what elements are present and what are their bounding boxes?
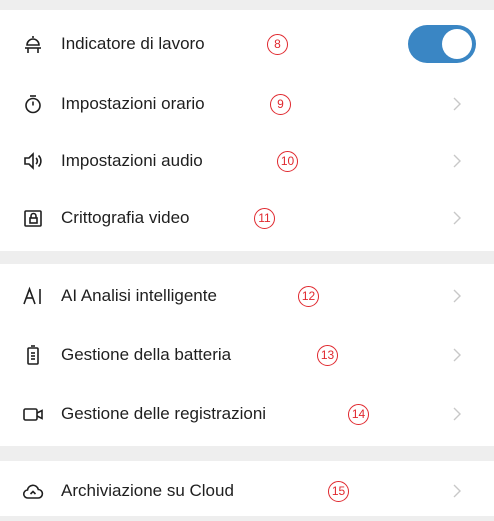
section-gap-top [0,0,494,10]
lock-icon [22,207,44,229]
menu-item-recordings[interactable]: Gestione delle registrazioni 14 [0,386,494,442]
chevron-right-icon [451,153,463,169]
chevron-right-icon [451,406,463,422]
menu-item-battery[interactable]: Gestione della batteria 13 [0,327,494,383]
annotation-badge: 9 [270,93,291,115]
menu-item-time-settings[interactable]: Impostazioni orario 9 [0,76,494,132]
menu-item-label: Indicatore di lavoro [61,34,205,53]
menu-item-label: Impostazioni audio [61,151,203,170]
work-indicator-toggle[interactable] [408,25,476,63]
menu-item-cloud-storage[interactable]: Archiviazione su Cloud 15 [0,463,494,519]
section-gap-bottom [0,516,494,521]
menu-item-label: Gestione delle registrazioni [61,404,267,423]
toggle-knob [442,29,472,59]
menu-item-label: Impostazioni orario [61,94,205,113]
camera-icon [22,403,44,425]
menu-item-ai-analysis[interactable]: AI Analisi intelligente 12 [0,268,494,324]
chevron-right-icon [451,288,463,304]
menu-item-video-encryption[interactable]: Crittografia video 11 [0,190,494,246]
chevron-right-icon [451,210,463,226]
annotation-badge: 13 [317,344,338,366]
annotation-badge: 8 [267,33,288,55]
menu-item-work-indicator[interactable]: Indicatore di lavoro 8 [0,16,494,72]
menu-item-label: Archiviazione su Cloud [61,481,234,500]
chevron-right-icon [451,96,463,112]
work-indicator-icon [22,33,44,55]
menu-item-label: AI Analisi intelligente [61,286,217,305]
annotation-badge: 14 [348,403,369,425]
menu-item-audio-settings[interactable]: Impostazioni audio 10 [0,133,494,189]
battery-icon [22,344,44,366]
cloud-icon [22,480,44,502]
timer-icon [22,93,44,115]
annotation-badge: 12 [298,285,319,307]
section-gap [0,446,494,461]
section-gap [0,251,494,264]
menu-item-label: Gestione della batteria [61,345,232,364]
chevron-right-icon [451,483,463,499]
chevron-right-icon [451,347,463,363]
annotation-badge: 11 [254,207,275,229]
annotation-badge: 10 [277,150,298,172]
annotation-badge: 15 [328,480,349,502]
menu-item-label: Crittografia video [61,208,190,227]
speaker-icon [22,150,44,172]
ai-icon [22,285,44,307]
